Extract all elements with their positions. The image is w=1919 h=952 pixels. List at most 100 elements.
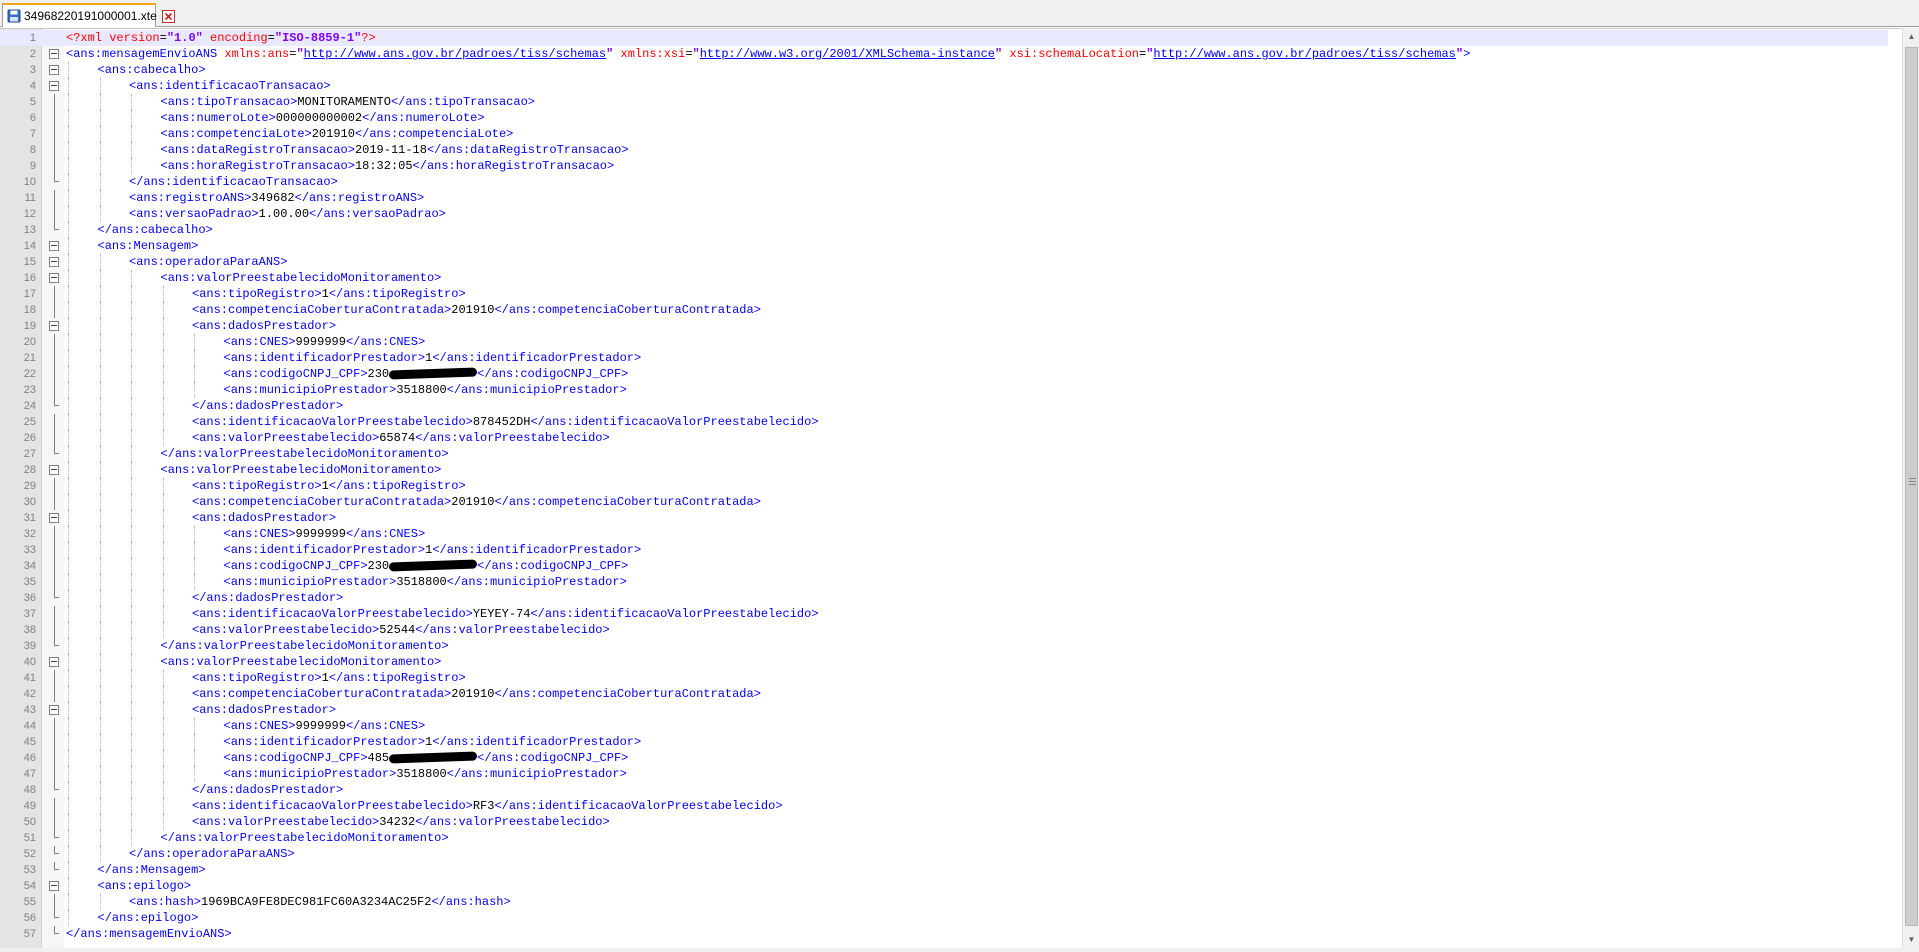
xml-tag: </ans:versaoPadrao> (309, 207, 446, 221)
fold-toggle-icon[interactable] (49, 657, 59, 667)
code-line[interactable]: 27 </ans:valorPreestabelecidoMonitorament… (0, 446, 1888, 462)
code-text: <ans:codigoCNPJ_CPF>230 </ans:codigoCNPJ_… (224, 366, 629, 382)
scroll-down-icon[interactable]: ▼ (1903, 931, 1919, 948)
code-line[interactable]: 28 <ans:valorPreestabelecidoMonitoramento… (0, 462, 1888, 478)
code-line[interactable]: 38 <ans:valorPreestabelecido>52544</ans:v… (0, 622, 1888, 638)
code-line[interactable]: 33 <ans:identificadorPrestador>1</ans:ide… (0, 542, 1888, 558)
code-line[interactable]: 1 <?xml version="1.0" encoding="ISO-8859-… (0, 30, 1888, 46)
code-line[interactable]: 25 <ans:identificacaoValorPreestabelecido… (0, 414, 1888, 430)
code-line[interactable]: 35 <ans:municipioPrestador>3518800</ans:m… (0, 574, 1888, 590)
code-line[interactable]: 45 <ans:identificadorPrestador>1</ans:ide… (0, 734, 1888, 750)
code-line[interactable]: 2 <ans:mensagemEnvioANS xmlns:ans="http:/… (0, 46, 1888, 62)
code-line[interactable]: 23 <ans:municipioPrestador>3518800</ans:m… (0, 382, 1888, 398)
tab-file[interactable]: 34968220191000001.xte (2, 3, 175, 27)
code-line[interactable]: 24 </ans:dadosPrestador> (0, 398, 1888, 414)
code-line[interactable]: 3 <ans:cabecalho> (0, 62, 1888, 78)
line-number: 10 (23, 176, 36, 188)
code-line[interactable]: 36 </ans:dadosPrestador> (0, 590, 1888, 606)
fold-toggle-icon[interactable] (49, 321, 59, 331)
code-line[interactable]: 46 <ans:codigoCNPJ_CPF>485 </ans:codigoCNP… (0, 750, 1888, 766)
code-line[interactable]: 32 <ans:CNES>9999999</ans:CNES> (0, 526, 1888, 542)
fold-toggle-icon[interactable] (49, 881, 59, 891)
code-line[interactable]: 47 <ans:municipioPrestador>3518800</ans:m… (0, 766, 1888, 782)
code-line[interactable]: 52 </ans:operadoraParaANS> (0, 846, 1888, 862)
code-line[interactable]: 4 <ans:identificacaoTransacao> (0, 78, 1888, 94)
code-line[interactable]: 39 </ans:valorPreestabelecidoMonitorament… (0, 638, 1888, 654)
xml-attribute-value: " (296, 47, 304, 61)
code-line[interactable]: 49 <ans:identificacaoValorPreestabelecido… (0, 798, 1888, 814)
code-line[interactable]: 55 <ans:hash>1969BCA9FE8DEC981FC60A3234AC… (0, 894, 1888, 910)
code-line[interactable]: 21 <ans:identificadorPrestador>1</ans:ide… (0, 350, 1888, 366)
xml-tag: <ans:identificadorPrestador> (223, 351, 426, 365)
code-line[interactable]: 37 <ans:identificacaoValorPreestabelecido… (0, 606, 1888, 622)
code-line[interactable]: 50 <ans:valorPreestabelecido>34232</ans:v… (0, 814, 1888, 830)
close-icon[interactable] (161, 9, 175, 23)
code-line[interactable]: 5 <ans:tipoTransacao>MONITORAMENTO</ans:t… (0, 94, 1888, 110)
xml-text: MONITORAMENTO (297, 95, 391, 109)
code-line[interactable]: 43 <ans:dadosPrestador> (0, 702, 1888, 718)
code-line[interactable]: 44 <ans:CNES>9999999</ans:CNES> (0, 718, 1888, 734)
code-line[interactable]: 57 </ans:mensagemEnvioANS> (0, 926, 1888, 942)
code-line[interactable]: 54 <ans:epilogo> (0, 878, 1888, 894)
code-line[interactable]: 41 <ans:tipoRegistro>1</ans:tipoRegistro> (0, 670, 1888, 686)
fold-toggle-icon[interactable] (49, 65, 59, 75)
vertical-scrollbar[interactable]: ▲ ▼ (1902, 28, 1919, 948)
scrollbar-thumb[interactable] (1905, 47, 1918, 926)
code-line[interactable]: 15 <ans:operadoraParaANS> (0, 254, 1888, 270)
fold-toggle-icon[interactable] (49, 49, 59, 59)
line-number: 5 (29, 96, 36, 108)
code-line[interactable]: 10 </ans:identificacaoTransacao> (0, 174, 1888, 190)
code-line[interactable]: 34 <ans:codigoCNPJ_CPF>230 </ans:codigoCNP… (0, 558, 1888, 574)
fold-toggle-icon[interactable] (49, 273, 59, 283)
code-line[interactable]: 8 <ans:dataRegistroTransacao>2019-11-18</… (0, 142, 1888, 158)
indent-guide (68, 670, 69, 686)
code-line[interactable]: 31 <ans:dadosPrestador> (0, 510, 1888, 526)
code-line[interactable]: 22 <ans:codigoCNPJ_CPF>230 </ans:codigoCNP… (0, 366, 1888, 382)
xml-tag: <ans:identificacaoValorPreestabelecido> (192, 607, 473, 621)
code-line[interactable]: 30 <ans:competenciaCoberturaContratada>20… (0, 494, 1888, 510)
code-line[interactable]: 17 <ans:tipoRegistro>1</ans:tipoRegistro> (0, 286, 1888, 302)
code-editor[interactable]: 1 <?xml version="1.0" encoding="ISO-8859-… (0, 28, 1919, 949)
xml-tag: <ans:valorPreestabelecido> (192, 623, 380, 637)
code-line[interactable]: 7 <ans:competenciaLote>201910</ans:compet… (0, 126, 1888, 142)
fold-line (54, 286, 55, 302)
xml-tag: </ans:Mensagem> (97, 863, 206, 877)
code-line[interactable]: 51 </ans:valorPreestabelecidoMonitorament… (0, 830, 1888, 846)
code-text: <ans:CNES>9999999</ans:CNES> (224, 526, 426, 542)
fold-toggle-icon[interactable] (49, 465, 59, 475)
fold-toggle-icon[interactable] (49, 81, 59, 91)
indent-guide (131, 446, 132, 462)
fold-toggle-icon[interactable] (49, 257, 59, 267)
indent-guide (99, 766, 101, 782)
indent-guide (99, 126, 101, 142)
code-line[interactable]: 40 <ans:valorPreestabelecidoMonitoramento… (0, 654, 1888, 670)
code-line[interactable]: 12 <ans:versaoPadrao>1.00.00</ans:versaoP… (0, 206, 1888, 222)
code-line[interactable]: 9 <ans:horaRegistroTransacao>18:32:05</an… (0, 158, 1888, 174)
horizontal-scrollbar[interactable] (0, 948, 1919, 952)
indent-guide (162, 734, 164, 750)
scroll-up-icon[interactable]: ▲ (1903, 28, 1919, 45)
fold-toggle-icon[interactable] (49, 241, 59, 251)
code-line[interactable]: 16 <ans:valorPreestabelecidoMonitoramento… (0, 270, 1888, 286)
code-line[interactable]: 48 </ans:dadosPrestador> (0, 782, 1888, 798)
code-line[interactable]: 18 <ans:competenciaCoberturaContratada>20… (0, 302, 1888, 318)
code-line[interactable]: 11 <ans:registroANS>349682</ans:registroA… (0, 190, 1888, 206)
indent-guide (99, 206, 101, 222)
code-line[interactable]: 14 <ans:Mensagem> (0, 238, 1888, 254)
code-line[interactable]: 19 <ans:dadosPrestador> (0, 318, 1888, 334)
code-line[interactable]: 26 <ans:valorPreestabelecido>65874</ans:v… (0, 430, 1888, 446)
xml-tag: <ans:versaoPadrao> (129, 207, 259, 221)
xml-tag: <ans:identificacaoValorPreestabelecido> (192, 415, 473, 429)
code-line[interactable]: 29 <ans:tipoRegistro>1</ans:tipoRegistro> (0, 478, 1888, 494)
code-line[interactable]: 53 </ans:Mensagem> (0, 862, 1888, 878)
code-line[interactable]: 20 <ans:CNES>9999999</ans:CNES> (0, 334, 1888, 350)
fold-line (54, 686, 55, 702)
code-line[interactable]: 6 <ans:numeroLote>000000000002</ans:numer… (0, 110, 1888, 126)
fold-toggle-icon[interactable] (49, 513, 59, 523)
code-line[interactable]: 13 </ans:cabecalho> (0, 222, 1888, 238)
fold-toggle-icon[interactable] (49, 705, 59, 715)
code-line[interactable]: 42 <ans:competenciaCoberturaContratada>20… (0, 686, 1888, 702)
code-line[interactable]: 56 </ans:epilogo> (0, 910, 1888, 926)
indent-guide (162, 702, 164, 718)
xml-text: 18:32:05 (354, 159, 413, 173)
